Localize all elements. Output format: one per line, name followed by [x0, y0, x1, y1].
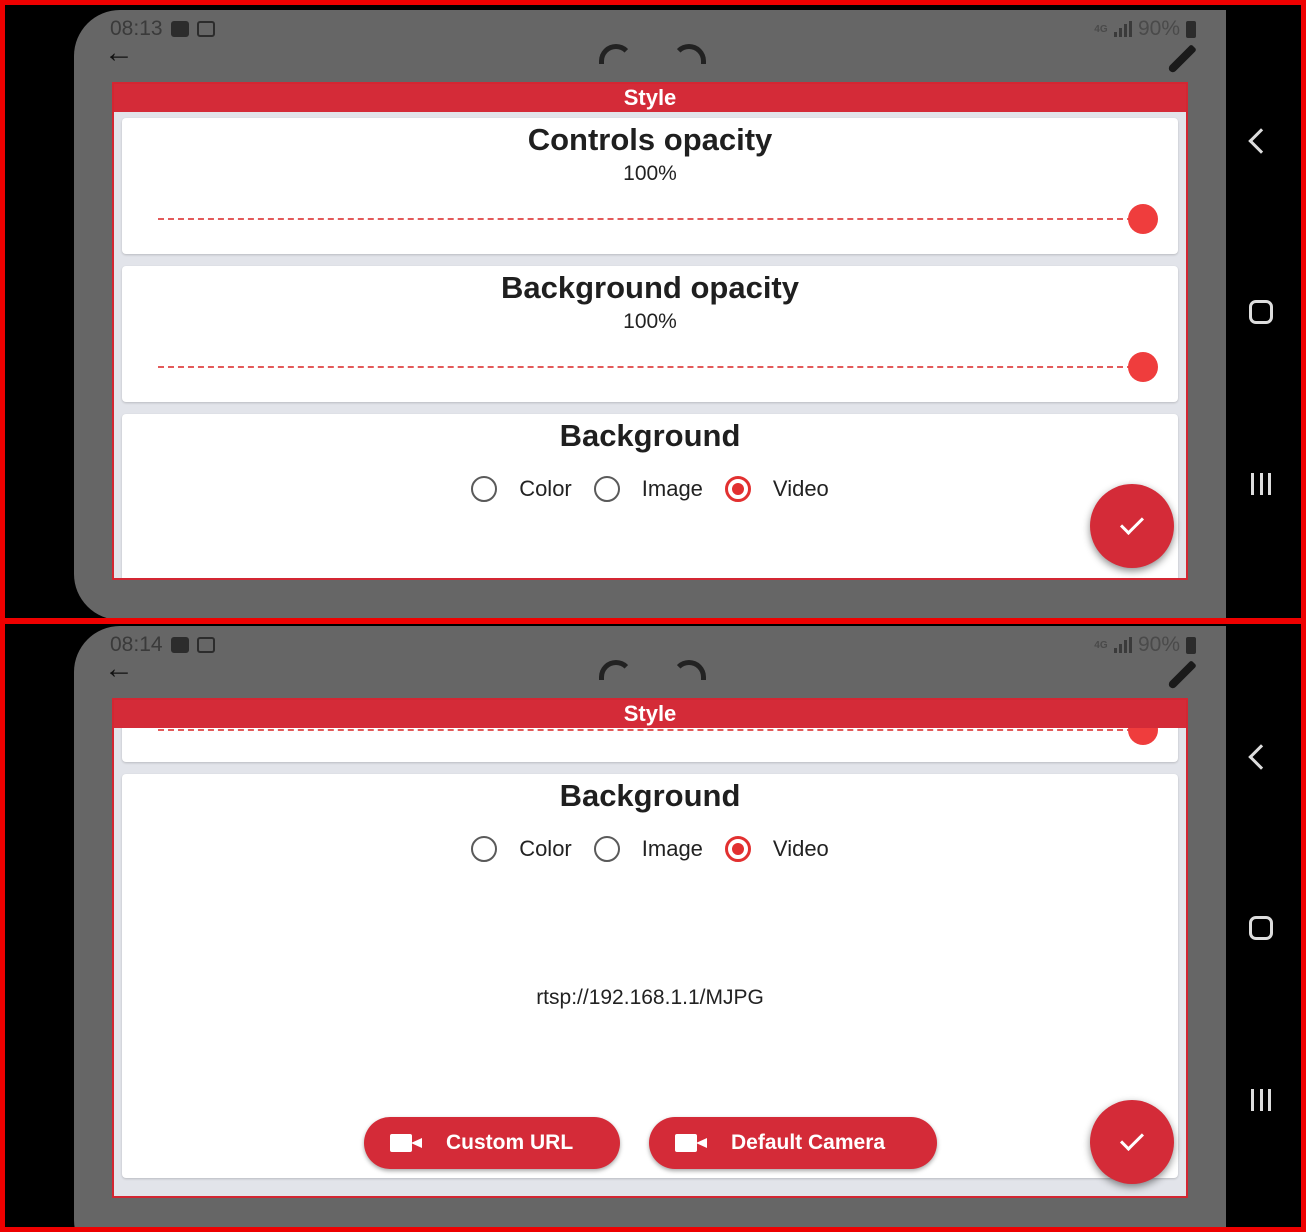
confirm-fab[interactable] — [1090, 484, 1174, 568]
battery-percent: 90% — [1137, 17, 1180, 40]
radio-label: Color — [519, 476, 572, 501]
check-icon — [1119, 510, 1145, 536]
signal-icon — [1113, 21, 1132, 37]
radio-video[interactable]: Video — [724, 836, 829, 862]
controls-opacity-value: 100% — [623, 162, 677, 185]
signal-icon — [1113, 637, 1132, 653]
slider-thumb[interactable] — [1128, 728, 1158, 745]
background-card: Background Color Image Video — [122, 774, 1178, 1178]
nav-back-icon[interactable] — [1248, 128, 1274, 154]
check-icon — [1119, 1126, 1145, 1152]
nav-home-icon[interactable] — [1249, 916, 1273, 940]
radio-label: Video — [772, 476, 829, 501]
battery-icon — [1186, 636, 1196, 654]
device-screen: 08:13 4G 90% ← Style Controls opacity 10… — [74, 10, 1226, 620]
brush-icon[interactable] — [1167, 660, 1197, 690]
background-type-radio-group: Color Image Video — [122, 476, 1178, 502]
videocam-icon — [390, 1134, 422, 1152]
notification-icon — [170, 21, 189, 37]
slider-thumb[interactable] — [1128, 352, 1158, 382]
network-type: 4G — [1094, 639, 1108, 651]
default-camera-button[interactable]: Default Camera — [649, 1117, 937, 1169]
undo-icon[interactable] — [599, 44, 633, 64]
confirm-fab[interactable] — [1090, 1100, 1174, 1184]
dialog-body[interactable]: Background Color Image Video rtsp://192.… — [114, 728, 1186, 1196]
brush-icon[interactable] — [1167, 44, 1197, 74]
radio-color[interactable]: Color — [471, 836, 572, 862]
video-url-text: rtsp://192.168.1.1/MJPG — [536, 986, 764, 1009]
background-opacity-title: Background opacity — [501, 270, 799, 305]
app-toolbar: ← — [104, 654, 1197, 690]
battery-icon — [1186, 20, 1196, 38]
slider-track — [158, 366, 1143, 368]
controls-opacity-title: Controls opacity — [527, 122, 773, 157]
radio-image[interactable]: Image — [593, 476, 703, 502]
videocam-icon — [675, 1134, 707, 1152]
notification-icon — [170, 637, 189, 653]
gallery-icon — [196, 21, 215, 37]
radio-button[interactable] — [724, 476, 751, 502]
network-type: 4G — [1094, 23, 1108, 35]
status-bar: 08:14 4G 90% — [110, 632, 1196, 658]
app-toolbar: ← — [104, 38, 1197, 74]
redo-icon[interactable] — [672, 660, 706, 680]
system-nav-bar — [1226, 621, 1306, 1232]
radio-button[interactable] — [593, 476, 620, 502]
background-title: Background — [559, 778, 741, 813]
slider-thumb[interactable] — [1128, 204, 1158, 234]
gallery-icon — [196, 637, 215, 653]
device-screen: 08:14 4G 90% ← Style Background Color Im… — [74, 626, 1226, 1232]
radio-image[interactable]: Image — [593, 836, 703, 862]
background-opacity-slider[interactable] — [158, 728, 1158, 745]
nav-back-icon[interactable] — [1248, 744, 1274, 770]
default-camera-label: Default Camera — [731, 1131, 886, 1154]
controls-opacity-slider[interactable] — [158, 204, 1158, 234]
radio-button[interactable] — [471, 836, 498, 862]
radio-label: Color — [519, 836, 572, 861]
background-opacity-slider[interactable] — [158, 352, 1158, 382]
radio-button[interactable] — [724, 836, 751, 862]
status-bar: 08:13 4G 90% — [110, 16, 1196, 42]
screenshot-bottom: 08:14 4G 90% ← Style Background Color Im… — [0, 621, 1306, 1232]
background-opacity-card: Background opacity 100% — [122, 266, 1178, 402]
background-type-radio-group: Color Image Video — [122, 836, 1178, 862]
dialog-body[interactable]: Controls opacity 100% Background opacity… — [114, 112, 1186, 578]
background-opacity-value: 100% — [623, 310, 677, 333]
back-arrow-icon[interactable]: ← — [104, 38, 134, 68]
style-dialog: Style Background Color Image Video rtsp:… — [112, 698, 1188, 1198]
screenshot-top: 08:13 4G 90% ← Style Controls opacity 10… — [0, 0, 1306, 621]
background-title: Background — [559, 418, 741, 453]
background-card: Background Color Image Video — [122, 414, 1178, 578]
slider-track — [158, 729, 1143, 731]
radio-video[interactable]: Video — [724, 476, 829, 502]
system-nav-bar — [1226, 0, 1306, 621]
dialog-title: Style — [114, 700, 1186, 728]
radio-label: Image — [641, 476, 703, 501]
slider-track — [158, 218, 1143, 220]
custom-url-button[interactable]: Custom URL — [364, 1117, 620, 1169]
dialog-title: Style — [114, 84, 1186, 112]
custom-url-label: Custom URL — [446, 1131, 574, 1154]
radio-label: Image — [641, 836, 703, 861]
redo-icon[interactable] — [672, 44, 706, 64]
battery-percent: 90% — [1137, 633, 1180, 656]
radio-button[interactable] — [471, 476, 498, 502]
undo-icon[interactable] — [599, 660, 633, 680]
background-opacity-card — [122, 728, 1178, 762]
nav-recents-icon[interactable] — [1251, 473, 1271, 495]
nav-home-icon[interactable] — [1249, 300, 1273, 324]
radio-button[interactable] — [593, 836, 620, 862]
radio-label: Video — [772, 836, 829, 861]
radio-color[interactable]: Color — [471, 476, 572, 502]
controls-opacity-card: Controls opacity 100% — [122, 118, 1178, 254]
back-arrow-icon[interactable]: ← — [104, 654, 134, 684]
nav-recents-icon[interactable] — [1251, 1089, 1271, 1111]
style-dialog: Style Controls opacity 100% Background o… — [112, 82, 1188, 580]
